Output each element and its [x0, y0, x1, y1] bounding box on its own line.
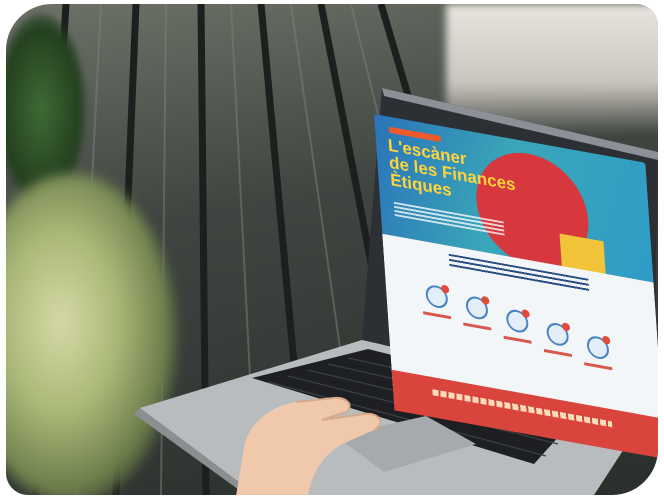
- laptop-screen: L'escàner de les Finances Ètiques: [374, 114, 658, 467]
- photo-frame: L'escàner de les Finances Ètiques: [6, 4, 658, 495]
- hand: [236, 396, 382, 495]
